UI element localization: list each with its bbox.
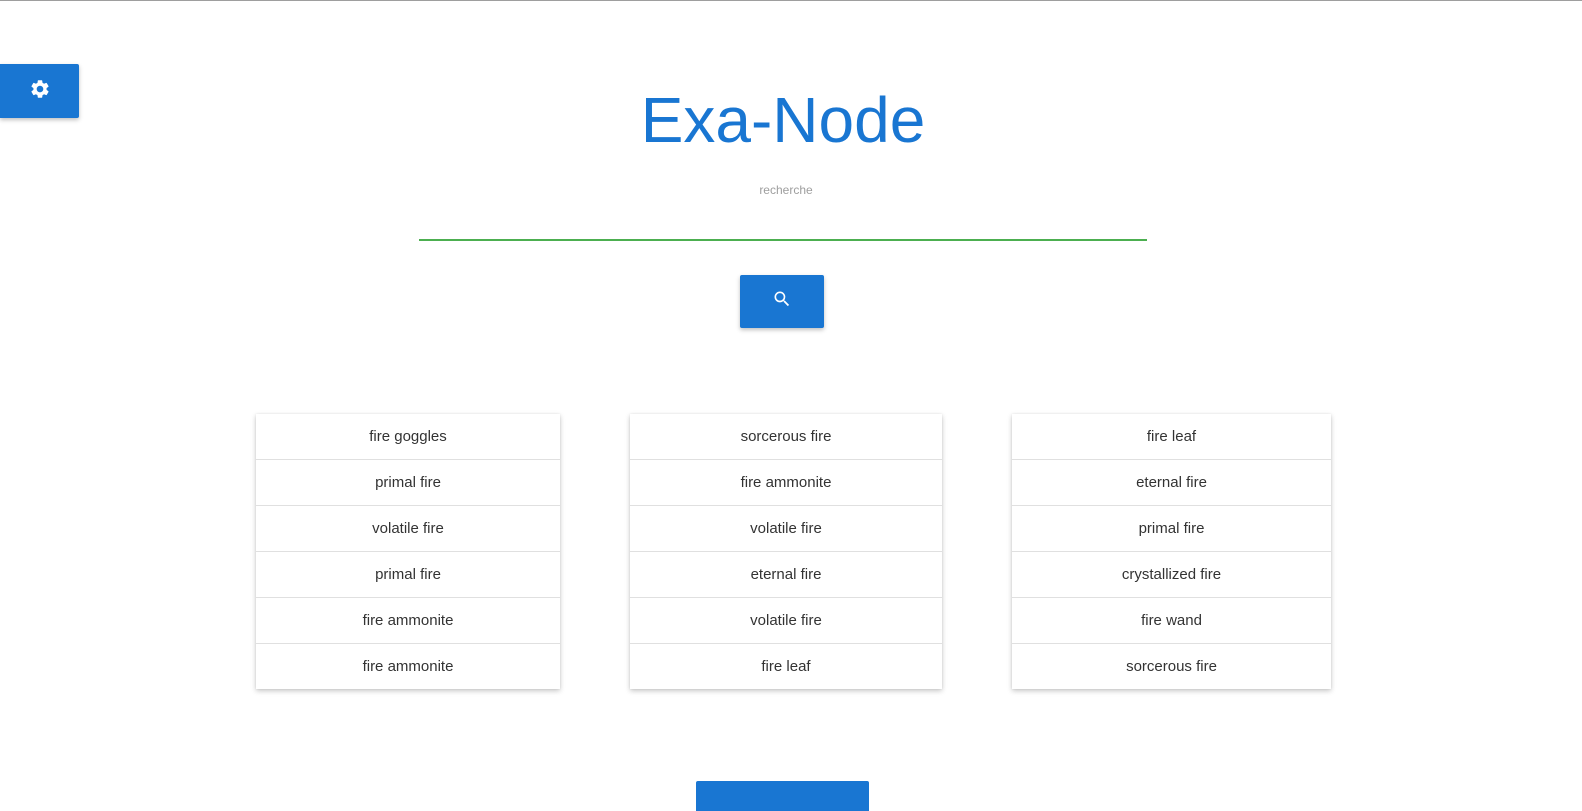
app-title: Exa-Node — [640, 84, 926, 156]
result-item[interactable]: volatile fire — [630, 598, 942, 644]
result-item[interactable]: volatile fire — [630, 506, 942, 552]
result-item[interactable]: fire leaf — [1012, 414, 1331, 460]
result-item[interactable]: eternal fire — [630, 552, 942, 598]
result-item[interactable]: eternal fire — [1012, 460, 1331, 506]
search-button[interactable] — [740, 275, 824, 328]
search-label: recherche — [759, 183, 813, 197]
result-item[interactable]: fire goggles — [256, 414, 560, 460]
result-item[interactable]: fire ammonite — [630, 460, 942, 506]
result-item[interactable]: fire leaf — [630, 644, 942, 689]
search-input[interactable] — [419, 205, 1147, 241]
result-item[interactable]: volatile fire — [256, 506, 560, 552]
result-item[interactable]: sorcerous fire — [1012, 644, 1331, 689]
result-item[interactable]: crystallized fire — [1012, 552, 1331, 598]
result-item[interactable]: primal fire — [1012, 506, 1331, 552]
results-column-1: fire goggles primal fire volatile fire p… — [256, 414, 560, 689]
result-item[interactable]: sorcerous fire — [630, 414, 942, 460]
top-border — [0, 0, 1582, 1]
load-more-button[interactable] — [696, 781, 869, 811]
search-icon — [772, 289, 792, 314]
results-column-2: sorcerous fire fire ammonite volatile fi… — [630, 414, 942, 689]
result-item[interactable]: fire ammonite — [256, 598, 560, 644]
result-item[interactable]: primal fire — [256, 552, 560, 598]
result-item[interactable]: fire ammonite — [256, 644, 560, 689]
result-item[interactable]: fire wand — [1012, 598, 1331, 644]
results-column-3: fire leaf eternal fire primal fire cryst… — [1012, 414, 1331, 689]
result-item[interactable]: primal fire — [256, 460, 560, 506]
